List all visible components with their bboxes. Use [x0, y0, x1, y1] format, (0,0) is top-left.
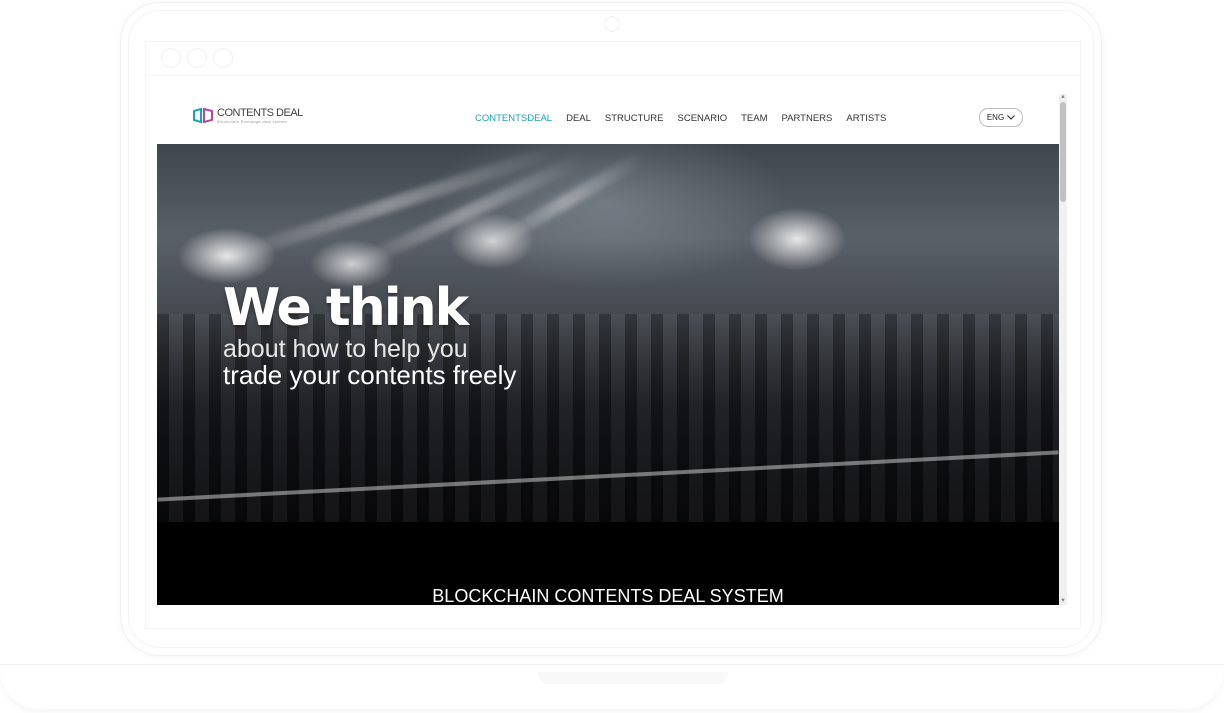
vertical-scrollbar[interactable]: ▲ ▼: [1059, 94, 1067, 605]
language-value: ENG: [986, 113, 1005, 122]
system-section: BLOCKCHAIN CONTENTS DEAL SYSTEM: [157, 522, 1059, 605]
window-close-icon[interactable]: [161, 48, 181, 68]
nav-item-team[interactable]: TEAM: [741, 113, 767, 124]
hero-headline: We think: [223, 278, 469, 338]
laptop-notch: [538, 672, 728, 684]
hero-banner: We think about how to help you trade you…: [157, 144, 1059, 522]
section-title: BLOCKCHAIN CONTENTS DEAL SYSTEM: [432, 586, 784, 605]
language-select[interactable]: ENG: [979, 108, 1023, 127]
nav-item-partners[interactable]: PARTNERS: [782, 113, 833, 124]
window-maximize-icon[interactable]: [213, 48, 233, 68]
browser-viewport: CONTENTS DEAL Blockchain Exchange deal s…: [157, 94, 1067, 605]
scroll-down-icon[interactable]: ▼: [1059, 598, 1067, 605]
logo-name: CONTENTS DEAL: [217, 107, 303, 119]
scroll-up-icon[interactable]: ▲: [1059, 94, 1067, 101]
chevron-down-icon: [1007, 115, 1016, 120]
hero-text: We think about how to help you trade you…: [223, 282, 516, 390]
nav-item-contentsdeal[interactable]: CONTENTSDEAL: [475, 113, 552, 124]
logo-mark-icon: [193, 108, 213, 124]
camera-icon: [604, 16, 620, 32]
window-title-bar: [145, 41, 1079, 76]
scrollbar-thumb[interactable]: [1060, 102, 1066, 202]
site-logo[interactable]: CONTENTS DEAL Blockchain Exchange deal s…: [193, 108, 303, 124]
nav-item-artists[interactable]: ARTISTS: [846, 113, 886, 124]
main-nav: CONTENTSDEAL DEAL STRUCTURE SCENARIO TEA…: [475, 113, 900, 124]
nav-item-deal[interactable]: DEAL: [566, 113, 591, 124]
logo-tagline: Blockchain Exchange deal system: [217, 119, 287, 124]
nav-item-scenario[interactable]: SCENARIO: [678, 113, 728, 124]
laptop-base: [0, 664, 1224, 709]
window-minimize-icon[interactable]: [187, 48, 207, 68]
hero-tagline: trade your contents freely: [223, 360, 517, 391]
hero-subline: about how to help you: [223, 335, 468, 363]
nav-item-structure[interactable]: STRUCTURE: [605, 113, 664, 124]
site-header: CONTENTS DEAL Blockchain Exchange deal s…: [157, 94, 1059, 144]
